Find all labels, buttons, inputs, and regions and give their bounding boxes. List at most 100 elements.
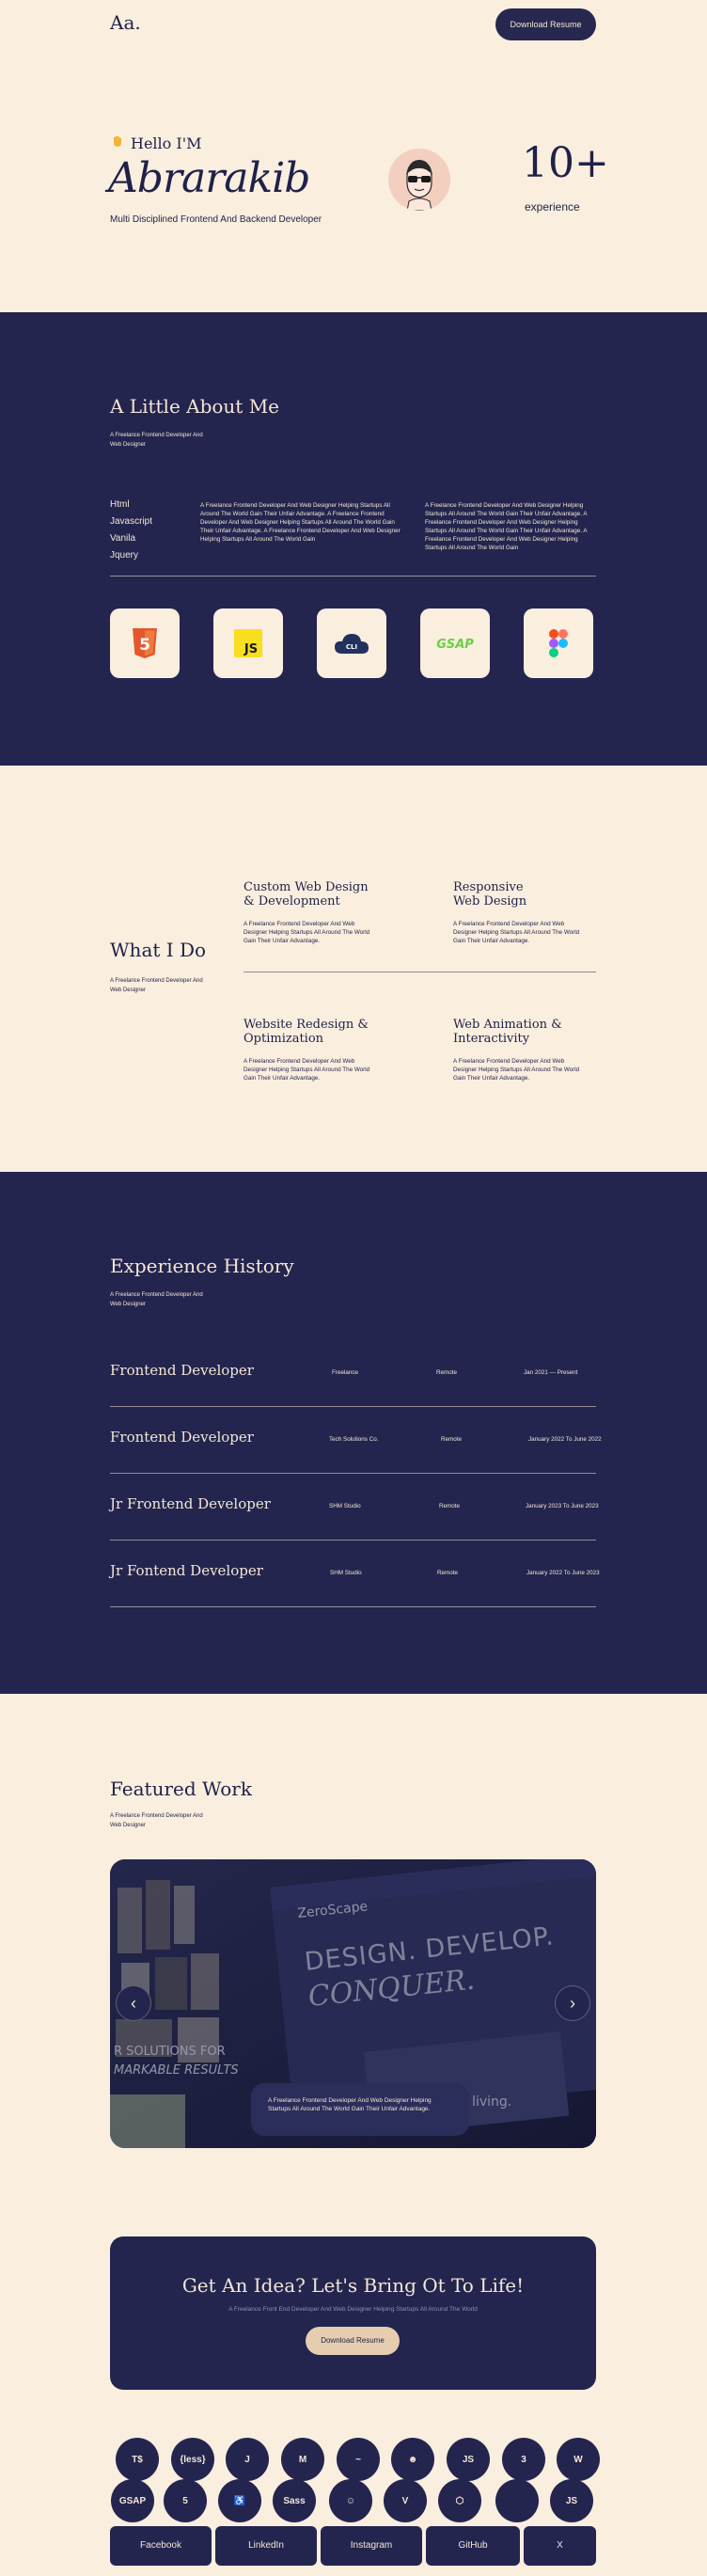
skills-list: Html Javascript Vanila Jquery (110, 497, 152, 564)
skill-item: Vanila (110, 533, 136, 544)
row-divider (110, 1540, 596, 1541)
skill-item: Javascript (110, 516, 153, 527)
job-company: SHM Studio (329, 1503, 361, 1509)
featured-title: Featured Work (110, 1778, 252, 1800)
cloud-icon: CLI (335, 634, 369, 654)
jest-icon[interactable]: J (226, 2438, 269, 2481)
job-period: January 2023 To June 2023 (526, 1503, 599, 1509)
job-role: Jr Frontend Developer (110, 1495, 271, 1512)
service-title: Website Redesign & Optimization (244, 1018, 369, 1046)
tool-tile-figma[interactable] (524, 608, 593, 678)
about-paragraph-2: A Freelance Frontend Developer And Web D… (425, 502, 588, 551)
cta-title: Get An Idea? Let's Bring Ot To Life! (181, 2274, 525, 2297)
service-title: Responsive Web Design (453, 880, 527, 909)
job-company: Tech Solutions Co. (329, 1436, 379, 1443)
job-period: Jan 2021 — Present (524, 1369, 578, 1376)
featured-caption: A Freelance Frontend Developer And Web D… (251, 2083, 469, 2136)
accessibility-icon[interactable]: ♿ (218, 2479, 261, 2522)
nodejs-icon[interactable]: JS (447, 2438, 490, 2481)
site-logo[interactable]: Aa. (110, 11, 141, 34)
less-icon[interactable]: {less} (171, 2438, 214, 2481)
css3-icon[interactable]: 3 (502, 2438, 545, 2481)
job-type: Remote (441, 1436, 463, 1443)
greeting-text: Hello I'M (131, 134, 202, 152)
tool-tile-gsap[interactable]: GSAP (420, 608, 490, 678)
services-title: What I Do (110, 939, 207, 961)
figma-icon[interactable] (495, 2479, 539, 2522)
svg-text:CLI: CLI (346, 643, 357, 651)
social-github-link[interactable]: GitHub (426, 2526, 520, 2566)
social-linkedin-link[interactable]: LinkedIn (215, 2526, 317, 2566)
sass-icon[interactable]: Sass (273, 2479, 316, 2522)
mui-icon[interactable]: M (281, 2438, 324, 2481)
social-instagram-link[interactable]: Instagram (321, 2526, 422, 2566)
job-type: Remote (437, 1570, 459, 1576)
cta-subtitle: A Freelance Front End Developer And Web … (228, 2306, 478, 2313)
tool-tile-cli[interactable]: CLI (317, 608, 386, 678)
javascript-icon[interactable]: JS (550, 2479, 593, 2522)
social-x-link[interactable]: X (524, 2526, 596, 2566)
face-icon[interactable]: ☺ (329, 2479, 372, 2522)
gsap-icon[interactable]: GSAP (111, 2479, 154, 2522)
webpack-icon[interactable]: W (557, 2438, 600, 2481)
slider-prev-button[interactable]: ‹ (116, 1985, 151, 2021)
job-period: January 2022 To June 2022 (528, 1436, 602, 1443)
about-subtitle: A Freelance Frontend Developer And Web D… (110, 433, 203, 448)
tool-tile-javascript[interactable]: JS (213, 608, 283, 678)
javascript-icon: JS (234, 629, 262, 657)
row-divider (110, 1473, 596, 1474)
service-description: A Freelance Frontend Developer And Web D… (244, 1058, 370, 1082)
job-role: Frontend Developer (110, 1362, 254, 1379)
hero-greeting: Hello I'M (110, 134, 201, 153)
figma-icon (549, 629, 568, 657)
job-period: January 2022 To June 2023 (526, 1570, 600, 1576)
row-divider (110, 1406, 596, 1407)
job-role: Jr Fontend Developer (110, 1562, 263, 1579)
cta-download-button[interactable]: Download Resume (306, 2327, 400, 2355)
about-title: A Little About Me (110, 395, 280, 418)
service-description: A Freelance Frontend Developer And Web D… (244, 921, 370, 944)
smiley-icon[interactable]: ☻ (391, 2438, 434, 2481)
service-title: Custom Web Design & Development (244, 880, 369, 909)
typescript-icon[interactable]: T$ (116, 2438, 159, 2481)
slider-next-button[interactable]: › (555, 1985, 590, 2021)
about-paragraph-1: A Freelance Frontend Developer And Web D… (200, 502, 401, 543)
html5-icon[interactable]: 5 (164, 2479, 207, 2522)
service-title: Web Animation & Interactivity (453, 1018, 562, 1046)
tool-tile-html5[interactable]: 5 (110, 608, 180, 678)
cta-panel: Get An Idea? Let's Bring Ot To Life! A F… (110, 2236, 596, 2390)
svg-text:5: 5 (139, 636, 150, 655)
about-divider (110, 576, 596, 577)
job-type: Remote (439, 1503, 461, 1509)
skill-item: Html (110, 499, 130, 510)
featured-work-slider[interactable]: ZeroScape DESIGN. DEVELOP. CONQUER. e li… (110, 1859, 596, 2148)
experience-subtitle: A Freelance Frontend Developer And Web D… (110, 1292, 203, 1307)
hero-name: Abrarakib (108, 154, 310, 202)
hero-subtitle: Multi Disciplined Frontend And Backend D… (110, 214, 322, 225)
job-company: Freelance (332, 1369, 359, 1376)
svg-text:JS: JS (244, 642, 258, 656)
experience-section (0, 1172, 707, 1694)
html5-icon: 5 (133, 628, 157, 658)
gsap-icon: GSAP (436, 638, 474, 652)
service-description: A Freelance Frontend Developer And Web D… (453, 1058, 580, 1082)
svg-text:GSAP: GSAP (436, 638, 474, 652)
job-company: SHM Studio (330, 1570, 362, 1576)
service-description: A Freelance Frontend Developer And Web D… (453, 921, 580, 944)
experience-title: Experience History (110, 1255, 294, 1277)
portfolio-page: Aa. Download Resume Hello I'M Abrarakib … (0, 0, 707, 2576)
services-subtitle: A Freelance Frontend Developer And Web D… (110, 978, 203, 993)
waving-hand-icon (110, 134, 125, 153)
experience-number: 10+ (522, 139, 609, 187)
avatar (388, 149, 450, 211)
hexagon-icon[interactable]: ⬡ (438, 2479, 481, 2522)
skill-item: Jquery (110, 550, 139, 561)
top-header: Aa. Download Resume (0, 0, 707, 56)
redux-icon[interactable]: ~ (337, 2438, 380, 2481)
vite-icon[interactable]: V (384, 2479, 427, 2522)
job-role: Frontend Developer (110, 1429, 254, 1446)
download-resume-button[interactable]: Download Resume (495, 8, 596, 40)
job-type: Remote (436, 1369, 458, 1376)
experience-label: experience (525, 200, 580, 213)
social-facebook-link[interactable]: Facebook (110, 2526, 212, 2566)
